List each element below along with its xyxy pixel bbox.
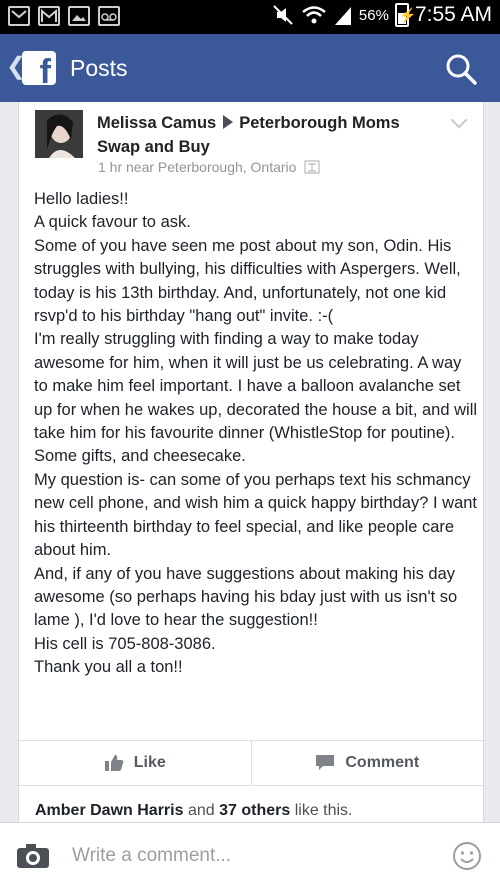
- facebook-logo-icon[interactable]: f: [22, 51, 56, 89]
- shared-to-arrow-icon: [223, 115, 234, 129]
- others-count[interactable]: 37 others: [219, 802, 290, 819]
- battery-charging-icon: ⚡: [394, 3, 416, 27]
- post-paragraph: Hello ladies!!: [34, 190, 129, 208]
- post-actions: Like Comment: [19, 740, 483, 786]
- post-body: Hello ladies!! A quick favour to ask. So…: [34, 188, 479, 680]
- post-time-location[interactable]: 1 hr near Peterborough, Ontario: [98, 159, 296, 175]
- email-notification-icon: [8, 6, 30, 26]
- post-paragraph: I'm really struggling with finding a way…: [34, 330, 478, 466]
- status-bar: 56% ⚡ 7:55 AM: [0, 0, 500, 34]
- post-paragraph: Some of you have seen me post about my s…: [34, 236, 461, 326]
- avatar[interactable]: [35, 110, 83, 158]
- post-author-line: Melissa Camus Peterborough Moms Swap and …: [97, 111, 437, 159]
- like-label: Like: [133, 754, 166, 771]
- likes-summary[interactable]: Amber Dawn Harris and 37 others like thi…: [35, 802, 353, 820]
- gmail-icon: [38, 6, 60, 26]
- post-paragraph: A quick favour to ask.: [34, 213, 191, 232]
- post-paragraph: Thank you all a ton!!: [34, 658, 183, 677]
- group-privacy-icon: [304, 160, 320, 174]
- mute-icon: [273, 5, 293, 25]
- comment-bubble-icon: [316, 755, 335, 770]
- post-meta: 1 hr near Peterborough, Ontario: [98, 159, 320, 175]
- comment-label: Comment: [345, 754, 420, 771]
- clock: 7:55 AM: [414, 3, 492, 26]
- emoji-button[interactable]: [452, 841, 482, 871]
- system-icons: 56% ⚡ 7:55 AM: [271, 3, 492, 27]
- wifi-icon: [302, 6, 326, 24]
- post-paragraph: And, if any of you have suggestions abou…: [34, 564, 458, 630]
- thumbs-up-icon: [104, 755, 124, 771]
- battery-percentage: 56%: [358, 6, 389, 24]
- post-paragraph: My question is- can some of you perhaps …: [34, 470, 478, 560]
- camera-icon: [17, 844, 49, 868]
- app-bar: ❮ f Posts: [0, 34, 500, 102]
- like-button[interactable]: Like: [19, 741, 251, 785]
- smiley-icon: [453, 842, 481, 870]
- liker-name[interactable]: Amber Dawn Harris: [35, 802, 184, 819]
- page-title: Posts: [70, 55, 128, 81]
- gallery-icon: [68, 6, 90, 26]
- post-card: Melissa Camus Peterborough Moms Swap and …: [18, 102, 484, 822]
- comment-input[interactable]: [72, 841, 432, 871]
- signal-icon: [334, 7, 351, 25]
- comment-composer: [0, 822, 500, 889]
- post-options-chevron-icon[interactable]: [450, 111, 468, 129]
- search-icon: [446, 54, 477, 85]
- author-name[interactable]: Melissa Camus: [97, 114, 216, 132]
- camera-button[interactable]: [16, 843, 50, 869]
- voicemail-icon: [98, 6, 120, 26]
- comment-button[interactable]: Comment: [250, 741, 484, 785]
- notification-icons: [8, 6, 120, 26]
- search-button[interactable]: [444, 52, 478, 86]
- post-paragraph: His cell is 705-808-3086.: [34, 634, 216, 653]
